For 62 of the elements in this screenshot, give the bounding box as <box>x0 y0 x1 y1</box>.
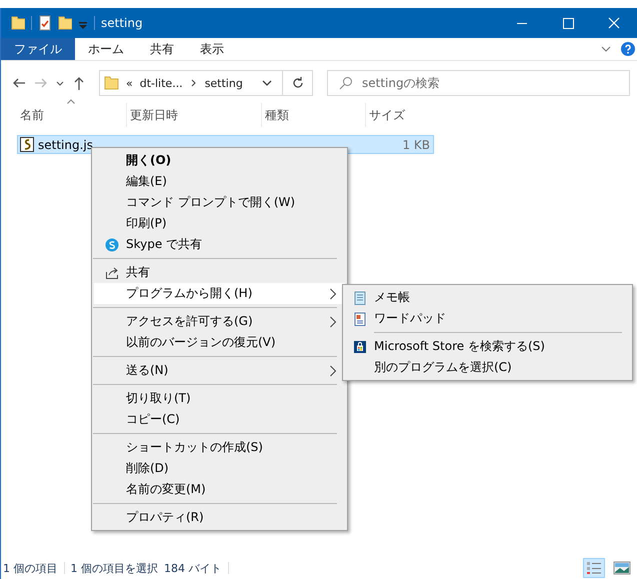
menu-item[interactable]: ワードパッド <box>345 308 630 329</box>
ribbon-tab[interactable]: 表示 <box>187 38 237 60</box>
overflow-chevrons[interactable]: « <box>126 76 133 90</box>
column-header[interactable]: 種類 <box>262 103 366 127</box>
menu-item[interactable]: 別のプログラムを選択(C) <box>345 357 630 378</box>
folder-icon[interactable] <box>58 15 72 31</box>
menu-item[interactable]: 共有 <box>94 262 345 283</box>
file-name: setting.js <box>38 138 94 152</box>
skype-icon <box>105 238 119 252</box>
refresh-button[interactable] <box>283 70 313 96</box>
menu-item[interactable]: メモ帳 <box>345 287 630 308</box>
file-size: 1 KB <box>402 138 431 152</box>
menu-item[interactable]: 名前の変更(M) <box>94 479 345 500</box>
script-file-icon <box>20 137 34 152</box>
column-label: サイズ <box>369 106 405 124</box>
menu-item[interactable]: コマンド プロンプトで開く(W) <box>94 192 345 213</box>
menu-item[interactable]: Skype で共有 <box>94 234 345 255</box>
menu-item[interactable]: プログラムから開く(H) <box>94 283 345 304</box>
chevron-right-icon <box>190 78 198 88</box>
folder-icon <box>104 75 119 91</box>
ribbon-tab[interactable]: 共有 <box>137 38 187 60</box>
chevron-right-icon <box>329 288 337 300</box>
column-header[interactable]: サイズ <box>366 103 436 127</box>
menu-item[interactable]: コピー(C) <box>94 409 345 430</box>
column-header[interactable]: 更新日時 <box>127 103 262 127</box>
window-title: setting <box>101 16 144 30</box>
sort-caret-icon <box>67 99 75 104</box>
item-count: 1 個の項目 <box>3 560 58 576</box>
ribbon-tab[interactable]: ファイル <box>1 38 75 60</box>
column-label: 種類 <box>265 106 289 124</box>
menu-item[interactable]: アクセスを許可する(G) <box>94 311 345 332</box>
folder-icon[interactable] <box>11 15 25 31</box>
menu-item[interactable]: ショートカットの作成(S) <box>94 437 345 458</box>
column-label: 名前 <box>20 106 44 124</box>
column-header[interactable]: 名前 <box>17 103 127 127</box>
menu-item[interactable]: 削除(D) <box>94 458 345 479</box>
refresh-icon <box>290 76 304 90</box>
chevron-right-icon <box>329 316 337 328</box>
menu-item[interactable]: 印刷(P) <box>94 213 345 234</box>
menu-item[interactable]: 編集(E) <box>94 171 345 192</box>
share-icon <box>105 266 119 280</box>
address-bar[interactable]: « dt-lite... setting <box>99 70 283 96</box>
breadcrumb[interactable]: setting <box>204 76 243 90</box>
help-icon[interactable] <box>621 42 635 56</box>
store-bag-icon <box>353 340 367 354</box>
column-label: 更新日時 <box>130 106 178 124</box>
menu-item[interactable]: 以前のバージョンの復元(V) <box>94 332 345 353</box>
chevron-right-icon <box>329 364 337 376</box>
ribbon-tab[interactable]: ホーム <box>75 38 137 60</box>
details-view-icon[interactable] <box>583 558 605 578</box>
notepad-icon <box>353 290 367 304</box>
document-icon <box>353 312 367 326</box>
menu-item[interactable]: プロパティ(R) <box>94 507 345 528</box>
search-icon <box>339 76 353 90</box>
selection-size: 184 バイト <box>164 560 222 576</box>
menu-item[interactable]: Microsoft Store を検索する(S) <box>345 336 630 357</box>
selection-count: 1 個の項目を選択 <box>70 560 158 576</box>
search-field[interactable]: settingの検索 <box>327 70 630 96</box>
checklist-icon[interactable] <box>38 15 52 31</box>
menu-item[interactable]: 送る(N) <box>94 360 345 381</box>
breadcrumb[interactable]: dt-lite... <box>140 76 183 90</box>
menu-item[interactable]: 切り取り(T) <box>94 388 345 409</box>
